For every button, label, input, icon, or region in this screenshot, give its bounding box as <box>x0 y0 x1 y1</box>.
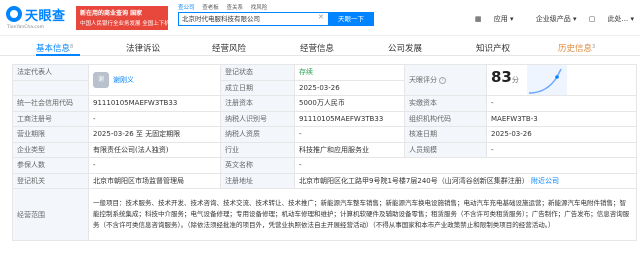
company-type-value: 有限责任公司(法人独资) <box>88 141 221 158</box>
banner-line-1: 新在用的商业查询 国家 <box>80 10 143 17</box>
table-row: 企业类型 有限责任公司(法人独资) 行业 科技推广和应用服务业 人员规模 - <box>12 141 637 158</box>
reg-no-value: - <box>88 110 221 127</box>
staff-size-value: - <box>486 141 637 158</box>
score-unit: 分 <box>511 76 519 84</box>
tax-id-label: 纳税人识别号 <box>220 110 295 127</box>
industry-value: 科技推广和应用服务业 <box>294 141 405 158</box>
tax-qual-value: - <box>294 126 405 143</box>
rep-label-filler <box>12 79 89 96</box>
scope-label: 经营范围 <box>12 188 89 241</box>
top-nav: ▦ 应用 ▾ 企业级产品 ▾ ▢ 此处... ▾ <box>465 14 634 24</box>
nav-enterprise-label: 企业级产品 <box>535 15 571 23</box>
rep-label: 法定代表人 <box>12 64 89 81</box>
address-label: 注册地址 <box>220 172 295 189</box>
tab-basic-label: 基本信息 <box>36 44 71 54</box>
search-tab-company[interactable]: 查公司 <box>178 5 195 11</box>
staff-size-label: 人员规模 <box>404 141 487 158</box>
logo-subtitle: TianYanCha.com <box>7 25 45 30</box>
capital-value: 5000万人民币 <box>294 95 405 112</box>
founded-value: 2025-03-26 <box>294 79 405 96</box>
address-cell: 北京市朝阳区化工路甲9号院1号楼7层240号（山河湾谷创新区集群注册） 附近公司 <box>294 172 637 189</box>
search-tab-risk[interactable]: 找风险 <box>251 5 268 11</box>
insured-label: 参保人数 <box>12 157 89 174</box>
avatar: 谢 <box>93 72 109 88</box>
org-code-value: MAEFW3TB-3 <box>486 110 637 127</box>
active-tab-indicator <box>36 54 80 56</box>
tab-history-badge: 3 <box>592 44 596 50</box>
scope-value: 一般项目：技术服务、技术开发、技术咨询、技术交流、技术转让、技术推广；新能源汽车… <box>88 188 637 241</box>
rep-name-link[interactable]: 谢刚义 <box>113 76 134 84</box>
nearby-companies-link[interactable]: 附近公司 <box>531 177 559 185</box>
nav-enterprise[interactable]: 企业级产品 ▾ <box>526 15 577 23</box>
search-button[interactable]: 天眼一下 <box>328 12 374 26</box>
nav-user[interactable]: ▢ 此处... ▾ <box>589 15 634 23</box>
tab-ip[interactable]: 知识产权 <box>476 42 510 54</box>
tab-history[interactable]: 历史信息3 <box>558 42 595 54</box>
english-name-value: - <box>294 157 637 174</box>
tab-development[interactable]: 公司发展 <box>388 42 422 54</box>
authority-value: 北京市朝阳区市场监督管理局 <box>88 172 221 189</box>
top-bar: 天眼查 TianYanCha.com 新在用的商业查询 国家 中国人民银行全业务… <box>0 0 640 36</box>
logo[interactable]: 天眼查 TianYanCha.com <box>6 4 68 32</box>
score-label: 天眼评分? <box>404 64 487 96</box>
section-tabs: 基本信息8 法律诉讼 经营风险 经营信息 公司发展 知识产权 历史信息3 <box>0 38 640 56</box>
tax-qual-label: 纳税人资质 <box>220 126 295 143</box>
credit-code-label: 统一社会信用代码 <box>12 95 89 112</box>
table-row: 营业期限 2025-03-26 至 无固定期限 纳税人资质 - 核准日期 202… <box>12 126 637 143</box>
paid-capital-label: 实缴资本 <box>404 95 487 112</box>
approve-date-value: 2025-03-26 <box>486 126 637 143</box>
table-row: 法定代表人 谢谢刚义 登记状态 存续 天眼评分? 83分 <box>12 64 637 96</box>
org-code-label: 组织机构代码 <box>404 110 487 127</box>
search-input[interactable]: 北京时代电服科技有限公司 <box>178 12 328 26</box>
tax-id-value: 91110105MAEFW3TB33 <box>294 110 405 127</box>
capital-label: 注册资本 <box>220 95 295 112</box>
search-tab-relation[interactable]: 查关系 <box>227 5 244 11</box>
tab-lawsuit[interactable]: 法律诉讼 <box>126 42 160 54</box>
banner-line-2: 中国人民银行全业务发展 全国上下机构 <box>80 21 176 27</box>
status-label: 登记状态 <box>220 64 295 81</box>
nav-user-label: 此处... <box>607 15 629 23</box>
score-value: 83 <box>491 68 512 86</box>
tab-basic-badge: 8 <box>70 44 74 50</box>
tab-operations[interactable]: 经营信息 <box>300 42 334 54</box>
logo-text: 天眼查 <box>25 9 66 24</box>
authority-label: 登记机关 <box>12 172 89 189</box>
insured-value: - <box>88 157 221 174</box>
term-value: 2025-03-26 至 无固定期限 <box>88 126 221 143</box>
table-row: 参保人数 - 英文名称 - <box>12 157 637 174</box>
eye-logo-icon <box>6 6 22 22</box>
rep-cell: 谢谢刚义 <box>88 64 221 96</box>
info-icon[interactable]: ? <box>439 76 446 84</box>
score-label-text: 天眼评分 <box>409 76 437 84</box>
nav-apps[interactable]: ▦ 应用 ▾ <box>475 15 514 23</box>
tab-risk[interactable]: 经营风险 <box>212 42 246 54</box>
credit-code-value: 91110105MAEFW3TB33 <box>88 95 221 112</box>
score-chart-icon <box>527 65 568 95</box>
table-row: 统一社会信用代码 91110105MAEFW3TB33 注册资本 5000万人民… <box>12 95 637 112</box>
address-value: 北京市朝阳区化工路甲9号院1号楼7层240号（山河湾谷创新区集群注册） <box>299 176 529 185</box>
table-row: 登记机关 北京市朝阳区市场监督管理局 注册地址 北京市朝阳区化工路甲9号院1号楼… <box>12 172 637 189</box>
term-label: 营业期限 <box>12 126 89 143</box>
promo-banner[interactable]: 新在用的商业查询 国家 中国人民银行全业务发展 全国上下机构 <box>76 6 176 30</box>
tab-basic-info[interactable]: 基本信息8 <box>36 42 73 54</box>
industry-label: 行业 <box>220 141 295 158</box>
table-row: 工商注册号 - 纳税人识别号 91110105MAEFW3TB33 组织机构代码… <box>12 110 637 127</box>
reg-no-label: 工商注册号 <box>12 110 89 127</box>
status-badge: 存续 <box>294 64 405 81</box>
tab-history-label: 历史信息 <box>558 44 593 54</box>
search-type-tabs: 查公司 查老板 查关系 找风险 <box>178 3 273 11</box>
paid-capital-value: - <box>486 95 637 112</box>
company-info-table: 法定代表人 谢谢刚义 登记状态 存续 天眼评分? 83分 成立日期 2025-0… <box>12 64 637 241</box>
company-type-label: 企业类型 <box>12 141 89 158</box>
nav-apps-label: 应用 <box>493 15 508 23</box>
search-tab-boss[interactable]: 查老板 <box>202 5 219 11</box>
founded-label: 成立日期 <box>220 79 295 96</box>
clear-icon[interactable]: ✕ <box>318 13 324 21</box>
approve-date-label: 核准日期 <box>404 126 487 143</box>
score-cell[interactable]: 83分 <box>486 64 637 96</box>
english-name-label: 英文名称 <box>220 157 295 174</box>
table-row: 经营范围 一般项目：技术服务、技术开发、技术咨询、技术交流、技术转让、技术推广；… <box>12 188 637 241</box>
